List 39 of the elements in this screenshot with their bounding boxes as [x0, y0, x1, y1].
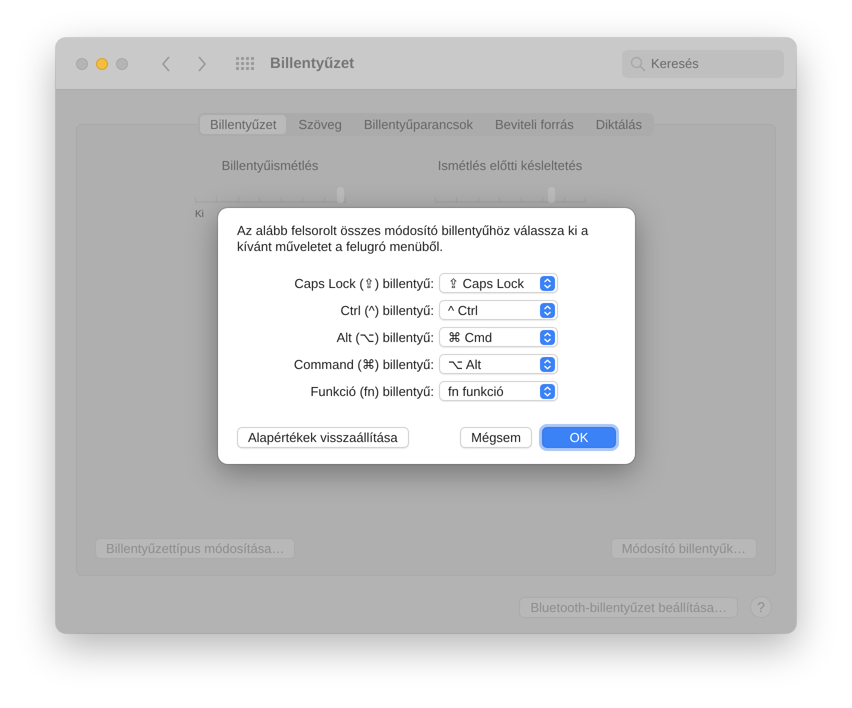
search-icon	[630, 56, 646, 72]
chevron-updown-icon	[540, 356, 555, 372]
key-label: Ctrl (^) billentyű:	[339, 302, 435, 318]
slider-thumb[interactable]	[548, 187, 555, 203]
slider-label: Billentyűismétlés	[222, 158, 318, 173]
back-icon[interactable]	[160, 54, 172, 72]
chevron-updown-icon	[540, 276, 555, 290]
key-label: Caps Lock (⇪) billentyű:	[293, 276, 435, 290]
restore-defaults-button[interactable]: Alapértékek visszaállítása	[237, 427, 409, 448]
ok-button[interactable]: OK	[542, 427, 616, 448]
tab[interactable]: Billentyűparancsok	[354, 115, 483, 134]
chevron-updown-icon	[540, 330, 555, 344]
slider-thumb[interactable]	[336, 187, 344, 203]
tab[interactable]: Szöveg	[288, 115, 352, 134]
close-button[interactable]	[76, 58, 88, 70]
key-label: Funkció (fn) billentyű:	[309, 384, 435, 398]
tab[interactable]: Beviteli forrás	[484, 115, 584, 134]
key-action-popup[interactable]: fn funkció	[439, 381, 558, 401]
key-action-popup[interactable]: ^ Ctrl	[439, 300, 558, 320]
cancel-button[interactable]: Mégsem	[460, 427, 532, 448]
zoom-button[interactable]	[116, 58, 128, 70]
search-field[interactable]: Keresés	[622, 50, 784, 78]
minimize-button[interactable]	[96, 58, 108, 70]
key-action-popup[interactable]: ⌘ Cmd	[439, 327, 558, 347]
dialog-message: Az alább felsorolt összes módosító billentyűhöz válassza ki a kívánt műveletet a felugró menüből.	[237, 223, 590, 255]
slider-label: Ismétlés előtti késleltetés	[438, 158, 582, 173]
key-action-popup[interactable]: ⌥ Alt	[439, 354, 558, 374]
grid-icon[interactable]	[236, 56, 254, 70]
chevron-updown-icon	[540, 384, 555, 398]
key-action-popup[interactable]: ⇪ Caps Lock	[439, 273, 558, 293]
forward-icon[interactable]	[196, 54, 208, 72]
help-button[interactable]: ?	[750, 596, 772, 618]
chevron-updown-icon	[540, 302, 555, 318]
slider-min-label: Ki	[195, 209, 204, 220]
key-label: Command (⌘) billentyű:	[292, 356, 435, 372]
tab[interactable]: Billentyűzet	[200, 115, 286, 134]
window-title: Billentyűzet	[270, 55, 354, 72]
key-label: Alt (⌥) billentyű:	[336, 330, 435, 344]
tab[interactable]: Diktálás	[586, 115, 652, 134]
